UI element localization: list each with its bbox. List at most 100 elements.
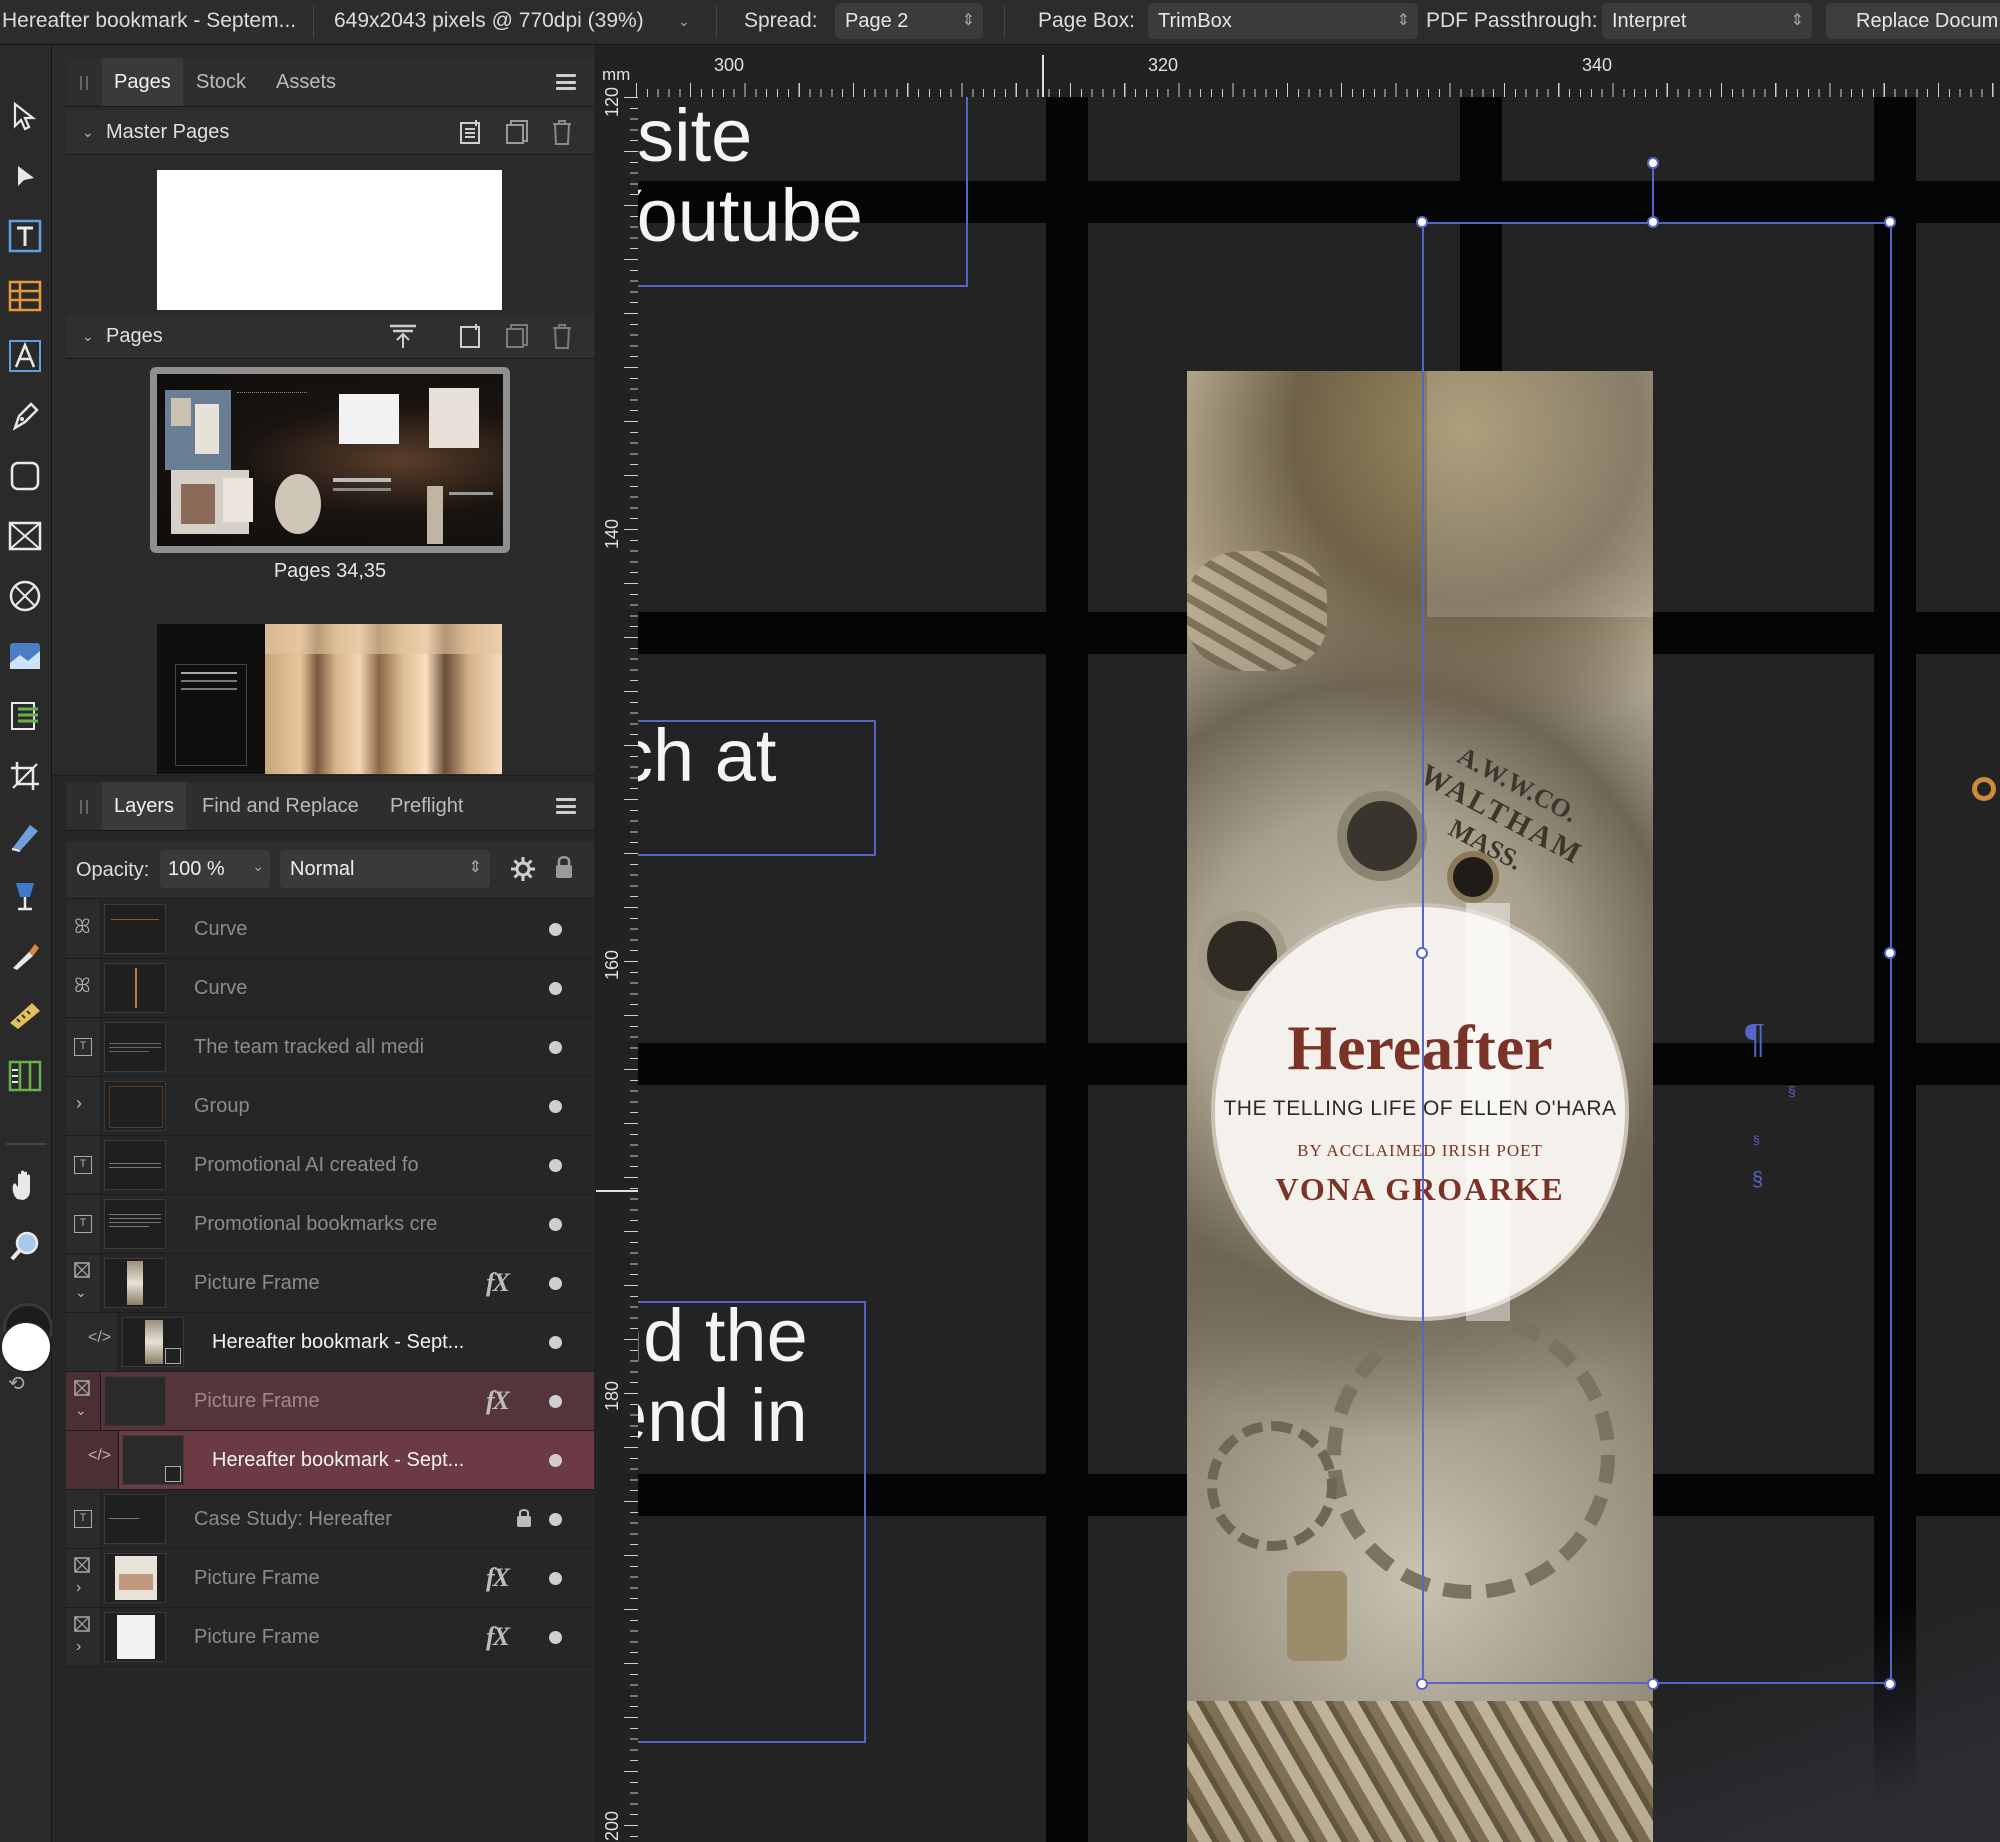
visibility-toggle[interactable] (549, 1395, 562, 1408)
resize-handle[interactable] (1647, 1678, 1659, 1690)
chevron-right-icon[interactable]: › (76, 1579, 81, 1597)
fill-color-swatch[interactable] (0, 1321, 52, 1373)
resize-handle[interactable] (1416, 1678, 1428, 1690)
layer-row-selected[interactable]: </> Hereafter bookmark - Sept... (66, 1431, 594, 1490)
page-thumbnail[interactable] (157, 624, 502, 774)
gear-icon[interactable] (510, 856, 538, 884)
lock-icon[interactable] (554, 854, 576, 882)
chevron-down-icon[interactable]: ⌄ (82, 328, 94, 345)
fill-tool-icon[interactable] (4, 875, 46, 917)
panel-menu-icon[interactable] (556, 74, 576, 90)
frame-text-tool-icon[interactable] (4, 335, 46, 377)
selection-bounding-box[interactable] (1422, 222, 1892, 1684)
panel-menu-icon[interactable] (556, 798, 576, 814)
node-tool-icon[interactable] (4, 155, 46, 197)
effects-icon[interactable]: fX (486, 1622, 510, 1652)
visibility-toggle[interactable] (549, 1218, 562, 1231)
ellipse-frame-tool-icon[interactable] (4, 575, 46, 617)
resize-handle[interactable] (1416, 216, 1428, 228)
text-frame-outline[interactable] (636, 85, 968, 287)
layer-row[interactable]: ⌄ Picture Frame fX (66, 1254, 594, 1313)
tab-find-and-replace[interactable]: Find and Replace (190, 782, 371, 830)
layer-row[interactable]: › Group (66, 1077, 594, 1136)
visibility-toggle[interactable] (549, 1277, 562, 1290)
panel-grip-icon[interactable] (80, 800, 82, 814)
resize-handle[interactable] (1884, 216, 1896, 228)
duplicate-page-icon[interactable] (504, 322, 532, 350)
layer-row[interactable]: T Case Study: Hereafter (66, 1490, 594, 1549)
chevron-right-icon[interactable]: › (76, 1093, 82, 1114)
master-page-thumbnail[interactable] (157, 170, 502, 310)
tab-layers[interactable]: Layers (102, 782, 187, 830)
place-image-tool-icon[interactable] (4, 635, 46, 677)
table-column-tool-icon[interactable] (4, 1055, 46, 1097)
resize-handle[interactable] (1647, 216, 1659, 228)
master-pages-header[interactable]: ⌄ Master Pages (66, 110, 594, 155)
delete-page-icon[interactable] (550, 322, 578, 350)
layer-row[interactable]: › Picture Frame fX (66, 1608, 594, 1667)
chevron-down-icon[interactable]: ⌄ (252, 858, 264, 875)
vertical-ruler[interactable]: 120 140 160 180 200 (596, 87, 638, 1842)
effects-icon[interactable]: fX (486, 1268, 510, 1298)
resize-handle[interactable] (1416, 947, 1428, 959)
image-info-dropdown-icon[interactable]: ⌄ (678, 0, 690, 44)
visibility-toggle[interactable] (549, 1631, 562, 1644)
visibility-toggle[interactable] (549, 1100, 562, 1113)
add-page-icon[interactable] (458, 322, 486, 350)
layer-row[interactable]: T Promotional bookmarks cre (66, 1195, 594, 1254)
zoom-tool-icon[interactable] (4, 1225, 46, 1267)
text-flow-link-icon[interactable] (1972, 777, 1996, 801)
blend-mode-select[interactable]: Normal ⇕ (280, 850, 490, 888)
layer-row[interactable]: ꕤ Curve (66, 900, 594, 959)
horizontal-ruler[interactable]: mm 300 320 340 (596, 45, 2000, 97)
replace-document-button[interactable]: Replace Docum (1826, 3, 2000, 39)
layer-row[interactable]: ꕤ Curve (66, 959, 594, 1018)
text-frame-outline[interactable] (636, 720, 876, 856)
chevron-right-icon[interactable]: › (76, 1638, 81, 1656)
effects-icon[interactable]: fX (486, 1386, 510, 1416)
visibility-toggle[interactable] (549, 923, 562, 936)
layer-row[interactable]: › Picture Frame fX (66, 1549, 594, 1608)
visibility-toggle[interactable] (549, 1513, 562, 1526)
pen-tool-icon[interactable] (4, 395, 46, 437)
visibility-toggle[interactable] (549, 1454, 562, 1467)
layer-row[interactable]: T The team tracked all medi (66, 1018, 594, 1077)
picture-frame-tool-icon[interactable] (4, 515, 46, 557)
text-frame-outline[interactable] (636, 1301, 866, 1743)
color-picker-tool-icon[interactable] (4, 935, 46, 977)
page-thumbnail-selected[interactable] (150, 367, 510, 553)
duplicate-master-icon[interactable] (504, 118, 532, 146)
add-master-icon[interactable] (458, 118, 486, 146)
tab-preflight[interactable]: Preflight (378, 782, 475, 830)
resize-handle[interactable] (1884, 947, 1896, 959)
table-tool-icon[interactable] (4, 275, 46, 317)
visibility-toggle[interactable] (549, 1336, 562, 1349)
visibility-toggle[interactable] (549, 1572, 562, 1585)
visibility-toggle[interactable] (549, 1159, 562, 1172)
measure-tool-icon[interactable] (4, 995, 46, 1037)
crop-tool-icon[interactable] (4, 755, 46, 797)
chevron-down-icon[interactable]: ⌄ (75, 1402, 87, 1419)
visibility-toggle[interactable] (549, 982, 562, 995)
hand-tool-icon[interactable] (4, 1165, 46, 1207)
tab-pages[interactable]: Pages (102, 58, 183, 106)
layer-row-selected[interactable]: ⌄ Picture Frame fX (66, 1372, 594, 1431)
panel-grip-icon[interactable] (56, 58, 88, 106)
vector-crop-tool-icon[interactable] (4, 695, 46, 737)
spread-select[interactable]: Page 2 ⇕ (835, 3, 983, 39)
swap-colors-icon[interactable]: ⟲ (8, 1371, 25, 1396)
tab-stock[interactable]: Stock (184, 58, 258, 106)
chevron-down-icon[interactable]: ⌄ (75, 1284, 87, 1301)
document-canvas[interactable]: bsite Youtube ch at nd the end in A.W.W.… (596, 45, 2000, 1842)
rectangle-tool-icon[interactable] (4, 455, 46, 497)
move-tool-icon[interactable] (4, 95, 46, 137)
pagebox-select[interactable]: TrimBox ⇕ (1148, 3, 1418, 39)
layer-row[interactable]: T Promotional AI created fo (66, 1136, 594, 1195)
page-options-icon[interactable] (388, 322, 416, 350)
pages-section-header[interactable]: ⌄ Pages (66, 314, 594, 359)
chevron-down-icon[interactable]: ⌄ (82, 124, 94, 141)
effects-icon[interactable]: fX (486, 1563, 510, 1593)
lock-icon[interactable] (516, 1508, 532, 1533)
opacity-field[interactable]: 100 % ⌄ (160, 850, 270, 888)
transparency-tool-icon[interactable] (4, 815, 46, 857)
